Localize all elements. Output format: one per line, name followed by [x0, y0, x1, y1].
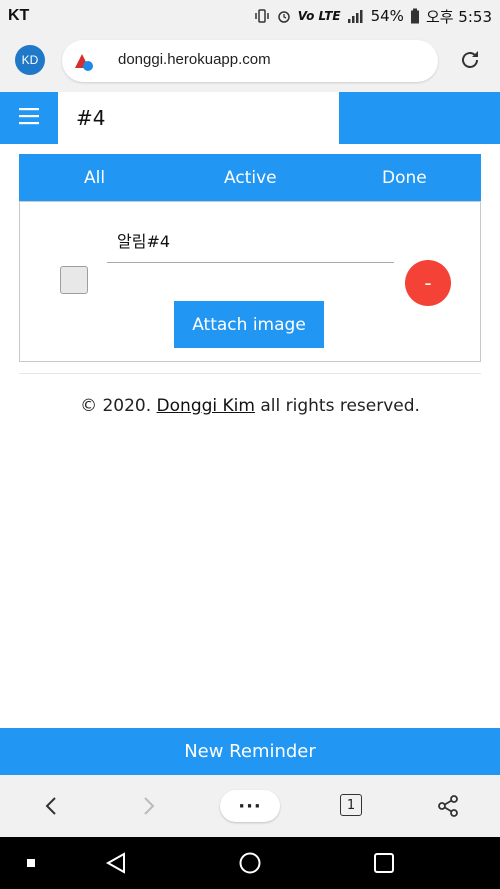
alarm-icon — [276, 8, 292, 24]
profile-avatar[interactable]: KD — [15, 45, 45, 75]
back-icon[interactable] — [40, 794, 64, 818]
todo-checkbox[interactable] — [60, 266, 88, 294]
copyright-suffix: all rights reserved. — [254, 396, 420, 416]
site-favicon-icon — [74, 52, 94, 72]
battery-level: 54% — [370, 7, 404, 25]
new-reminder-button[interactable]: New Reminder — [0, 728, 500, 775]
browser-address-bar: KD donggi.herokuapp.com — [0, 32, 500, 92]
signal-icon — [347, 8, 365, 24]
android-navigation-bar — [0, 837, 500, 889]
header-bar — [339, 92, 500, 144]
forward-icon[interactable] — [136, 794, 160, 818]
filter-tabs: All Active Done — [19, 154, 481, 202]
carrier-label: KT — [8, 7, 30, 24]
list-title-text: #4 — [76, 106, 106, 130]
url-text: donggi.herokuapp.com — [118, 51, 271, 68]
divider — [19, 373, 481, 374]
attach-image-button[interactable]: Attach image — [174, 301, 324, 348]
hamburger-icon — [19, 107, 39, 129]
todo-text-field[interactable]: 알림#4 — [107, 222, 394, 263]
battery-icon — [410, 8, 420, 24]
todo-text: 알림#4 — [117, 232, 171, 251]
copyright-prefix: © 2020. — [80, 396, 157, 416]
volte-label: Vo LTE — [297, 9, 341, 23]
tab-active[interactable]: Active — [224, 168, 277, 188]
todo-card: 알림#4 - Attach image — [19, 201, 481, 362]
status-bar: KT Vo LTE 54% 오후 5:53 — [0, 0, 500, 32]
hamburger-menu-button[interactable] — [0, 92, 58, 144]
nav-back-icon[interactable] — [104, 851, 128, 879]
tab-all[interactable]: All — [84, 168, 105, 188]
nav-home-icon[interactable] — [238, 851, 262, 879]
nav-recents-icon[interactable] — [372, 851, 396, 879]
reload-icon[interactable] — [458, 48, 482, 72]
footer-copyright: © 2020. Donggi Kim all rights reserved. — [0, 396, 500, 416]
author-link[interactable]: Donggi Kim — [157, 396, 255, 416]
browser-toolbar: ··· 1 — [0, 775, 500, 837]
url-bar[interactable]: donggi.herokuapp.com — [62, 40, 438, 82]
tab-count-button[interactable]: 1 — [340, 794, 362, 816]
tab-done[interactable]: Done — [382, 168, 427, 188]
browser-menu-button[interactable]: ··· — [220, 790, 280, 822]
list-title-field[interactable]: #4 — [58, 92, 339, 144]
vibrate-icon — [254, 8, 270, 24]
nav-dot-icon — [27, 859, 35, 867]
remove-todo-button[interactable]: - — [405, 260, 451, 306]
clock-time: 오후 5:53 — [425, 7, 492, 26]
status-icons: Vo LTE 54% 오후 5:53 — [254, 6, 492, 27]
share-icon[interactable] — [436, 794, 460, 818]
